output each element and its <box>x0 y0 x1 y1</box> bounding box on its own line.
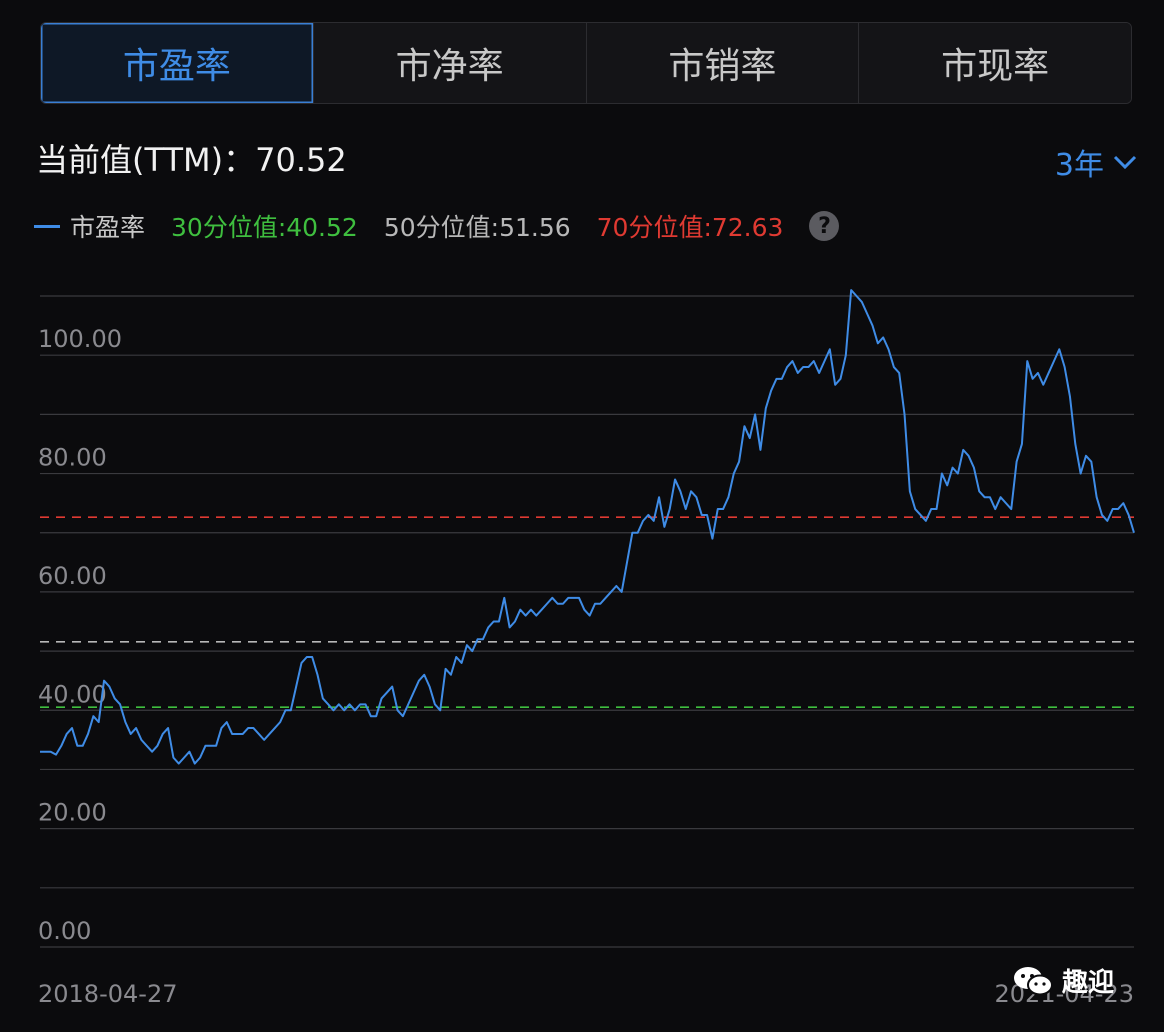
pe-chart: 0.00 20.00 40.00 60.00 80.00 100.00 2018-04-27… <box>38 289 1135 1008</box>
y-tick-label: 0.00 <box>38 917 91 945</box>
y-tick-label: 40.00 <box>38 680 107 708</box>
watermark-text: 趣迎 <box>1062 968 1115 998</box>
y-tick-label: 60.00 <box>38 562 107 590</box>
watermark: 趣迎 <box>1012 962 1114 999</box>
y-tick-label: 80.00 <box>38 444 107 472</box>
y-tick-label: 100.00 <box>38 325 122 353</box>
y-tick-label: 20.00 <box>38 799 107 827</box>
series-line-pe <box>40 289 1135 765</box>
x-start-label: 2018-04-27 <box>38 980 177 1008</box>
wechat-icon <box>1014 966 1053 995</box>
